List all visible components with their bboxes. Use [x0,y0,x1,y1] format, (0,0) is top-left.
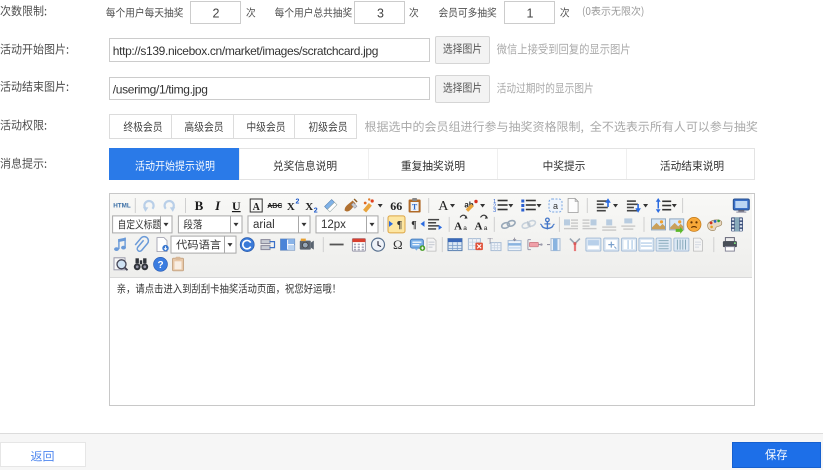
svg-text:?: ? [157,260,163,271]
svg-text:A: A [438,199,449,214]
svg-text:HTML: HTML [113,203,131,210]
svg-text:I: I [214,198,221,213]
svg-text:U: U [232,199,241,213]
svg-text:2: 2 [213,6,220,20]
svg-text:2: 2 [295,199,299,206]
svg-text:T: T [412,203,418,212]
svg-text:A: A [475,220,483,232]
svg-text:ABC: ABC [267,203,282,210]
svg-text:66: 66 [390,199,402,213]
svg-text:a: a [553,201,558,211]
svg-text:A: A [253,202,261,213]
svg-text:¶: ¶ [397,220,402,231]
svg-text:B: B [195,198,204,213]
svg-text:http://s139.nicebox.cn/market/: http://s139.nicebox.cn/market/images/scr… [113,44,378,58]
svg-text:a: a [484,225,488,232]
svg-text:/userimg/1/timg.jpg: /userimg/1/timg.jpg [113,82,208,96]
svg-text:12px: 12px [321,219,346,231]
svg-text:3: 3 [377,6,384,20]
svg-text:2: 2 [314,208,318,215]
svg-text:arial: arial [253,219,275,231]
svg-text:¶: ¶ [411,220,416,231]
svg-text:3: 3 [493,208,496,214]
svg-text:Ω: Ω [393,237,403,252]
svg-text:A: A [454,220,462,232]
svg-text:X: X [305,201,313,213]
svg-text:a: a [463,225,467,232]
svg-text:X: X [287,201,295,213]
svg-text:1: 1 [527,6,534,20]
